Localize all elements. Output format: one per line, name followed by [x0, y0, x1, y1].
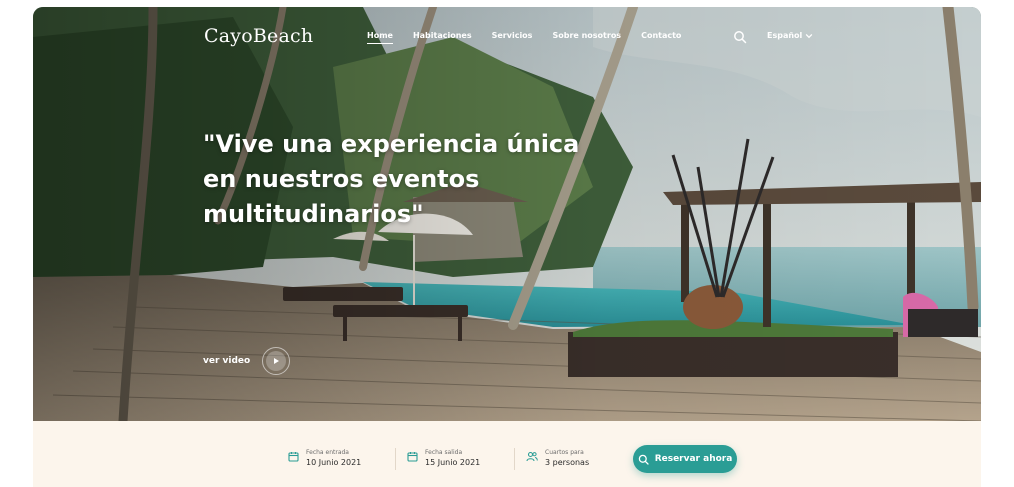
brand-logo[interactable]: CayoBeach — [204, 25, 313, 47]
watch-video-button[interactable]: ver video — [203, 347, 291, 375]
nav-link-home[interactable]: Home — [367, 31, 393, 44]
chevron-down-icon — [806, 33, 813, 38]
video-label: ver video — [203, 356, 251, 366]
search-icon — [734, 31, 747, 44]
calendar-icon — [407, 452, 418, 462]
language-label: Español — [767, 31, 803, 40]
play-icon — [274, 358, 280, 364]
nav-links: Home Habitaciones Servicios Sobre nosotr… — [367, 31, 681, 44]
reserve-now-button[interactable]: Reservar ahora — [633, 445, 737, 473]
rooms-label: Cuartos para — [545, 449, 584, 456]
check-out-label: Fecha salida — [425, 449, 463, 456]
rooms-field[interactable]: Cuartos para 3 personas — [526, 449, 589, 467]
check-out-value: 15 Junio 2021 — [425, 458, 481, 467]
booking-divider — [514, 448, 515, 470]
nav-link-sobre-nosotros[interactable]: Sobre nosotros — [552, 31, 621, 40]
check-in-label: Fecha entrada — [306, 449, 349, 456]
hero-section: CayoBeach Home Habitaciones Servicios So… — [33, 7, 981, 421]
nav-link-servicios[interactable]: Servicios — [492, 31, 533, 40]
check-in-field[interactable]: Fecha entrada 10 Junio 2021 — [288, 449, 361, 467]
search-icon — [638, 454, 649, 465]
reserve-now-label: Reservar ahora — [654, 454, 733, 464]
search-button[interactable] — [733, 29, 747, 44]
landing-page: CayoBeach Home Habitaciones Servicios So… — [0, 0, 1014, 487]
hero-headline: "Vive una experiencia única en nuestros … — [203, 130, 580, 228]
nav-link-contacto[interactable]: Contacto — [641, 31, 681, 40]
top-navigation: CayoBeach Home Habitaciones Servicios So… — [33, 7, 981, 67]
check-out-field[interactable]: Fecha salida 15 Junio 2021 — [407, 449, 480, 467]
play-button — [266, 351, 287, 371]
check-in-value: 10 Junio 2021 — [306, 458, 362, 467]
play-button-ring — [262, 347, 291, 375]
rooms-value: 3 personas — [545, 458, 590, 467]
booking-bar: Fecha entrada 10 Junio 2021 Fecha salida… — [33, 421, 981, 487]
people-icon — [526, 451, 538, 462]
booking-divider — [395, 448, 396, 470]
language-selector[interactable]: Español — [767, 31, 813, 40]
nav-link-habitaciones[interactable]: Habitaciones — [413, 31, 472, 40]
calendar-icon — [288, 452, 299, 462]
